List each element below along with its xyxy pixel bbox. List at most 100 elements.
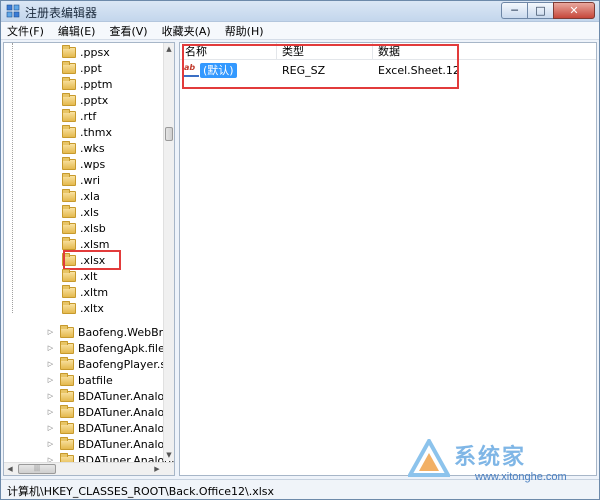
tree-item-label: BDATuner.AnalogL [78,437,175,451]
tree-item-label: Baofeng.WebBrow [78,325,175,339]
folder-icon [62,92,76,106]
folder-icon [62,204,76,218]
tree-item[interactable]: .xlsm [62,236,110,252]
tree-item[interactable]: .xlsx [62,252,105,268]
tree-item[interactable]: .xls [62,204,99,220]
tree-item[interactable]: ▷ BDATuner.AnalogA [46,388,175,404]
menu-view[interactable]: 查看(V) [109,23,147,39]
registry-editor-window: 注册表编辑器 ─ □ ✕ 文件(F) 编辑(E) 查看(V) 收藏夹(A) 帮助… [0,0,600,500]
expand-arrow-icon[interactable]: ▷ [46,376,55,385]
scroll-right-icon[interactable]: ▶ [151,463,163,475]
folder-icon [60,388,74,402]
key-tree-pane[interactable]: .ppsx .ppt .pptm .pptx .rtf .thmx .wks .wps .wri… [3,42,175,476]
tree-item-label: .wks [80,141,105,155]
value-row[interactable]: ab (默认) REG_SZ Excel.Sheet.12 [180,61,596,81]
folder-icon [62,284,76,298]
expand-arrow-icon[interactable]: ▷ [46,424,55,433]
scroll-up-icon[interactable]: ▲ [164,43,174,55]
watermark-logo-icon [408,439,450,477]
expand-arrow-icon[interactable]: ▷ [46,408,55,417]
tree-item[interactable]: .wps [62,156,105,172]
tree-item[interactable]: .xlt [62,268,97,284]
list-header: 名称 类型 数据 [180,43,596,60]
expand-arrow-icon[interactable]: ▷ [46,440,55,449]
tree-item-label: .xlt [80,269,98,283]
menu-file[interactable]: 文件(F) [7,23,44,39]
tree-vertical-scrollbar[interactable]: ▲ ▼ [163,43,174,461]
tree-item[interactable]: .xla [62,188,100,204]
folder-icon [62,156,76,170]
scroll-down-icon[interactable]: ▼ [164,449,174,461]
folder-icon [60,420,74,434]
tree-item[interactable]: .ppsx [62,44,110,60]
folder-icon [60,436,74,450]
value-name[interactable]: (默认) [200,63,237,78]
tree-item[interactable]: .thmx [62,124,112,140]
tree-item-label: BDATuner.AnalogA [78,405,175,419]
expand-arrow-icon[interactable]: ▷ [46,344,55,353]
folder-icon [62,236,76,250]
vertical-scroll-thumb[interactable] [165,127,173,141]
tree-item-label: .xls [80,205,99,219]
tree-horizontal-scrollbar[interactable]: ◀ ||| ▶ [4,462,174,475]
tree-item-label: .wri [80,173,101,187]
tree-item[interactable]: ▷ BaofengApk.file [46,340,165,356]
horizontal-scroll-thumb[interactable]: ||| [18,464,56,474]
tree-item[interactable]: .pptx [62,92,108,108]
tree-item[interactable]: .rtf [62,108,96,124]
menu-favorites[interactable]: 收藏夹(A) [162,23,211,39]
registry-editor-icon [6,4,20,18]
tree-item[interactable]: ▷ Baofeng.WebBrow [46,324,175,340]
folder-icon [62,220,76,234]
scroll-left-icon[interactable]: ◀ [4,463,16,475]
tree-item-label: .xla [80,189,100,203]
folder-icon [62,76,76,90]
tree-item[interactable]: .pptm [62,76,113,92]
tree-item-label: BaofengApk.file [78,341,165,355]
tree-item[interactable]: ▷ BaofengPlayer.sup [46,356,175,372]
tree-item[interactable]: .ppt [62,60,102,76]
tree-item-label: .pptm [80,77,113,91]
expand-arrow-icon[interactable]: ▷ [46,392,55,401]
tree-item[interactable]: ▷ BDATuner.AnalogL [46,420,174,436]
tree-item-label: .xltm [80,285,109,299]
maximize-button[interactable]: □ [527,2,553,19]
value-type: REG_SZ [282,64,326,77]
column-header-data[interactable]: 数据 [373,43,596,59]
close-button[interactable]: ✕ [553,2,595,19]
tree-item-label: .rtf [80,109,97,123]
title-bar[interactable]: 注册表编辑器 ─ □ ✕ [1,1,599,22]
expand-arrow-icon[interactable]: ▷ [46,328,55,337]
maximize-icon: □ [535,4,546,17]
menu-help[interactable]: 帮助(H) [225,23,264,39]
value-list-pane[interactable]: 名称 类型 数据 ab (默认) REG_SZ Excel.Sheet.12 [179,42,597,476]
tree-item-label: BaofengPlayer.sup [78,357,175,371]
tree-item-label: .xlsb [80,221,106,235]
tree-item-label: BDATuner.AnalogA [78,389,175,403]
watermark-title: 系统家 [454,445,527,470]
folder-icon [60,340,74,354]
folder-icon [60,404,74,418]
tree-item[interactable]: ▷ BDATuner.AnalogA [46,404,175,420]
folder-icon [62,124,76,138]
column-header-name[interactable]: 名称 [180,43,277,59]
tree-item[interactable]: .wks [62,140,105,156]
window-controls: ─ □ ✕ [501,2,595,19]
minimize-icon: ─ [511,4,518,17]
menu-edit[interactable]: 编辑(E) [58,23,96,39]
expand-arrow-icon[interactable]: ▷ [46,360,55,369]
folder-icon [62,252,76,266]
tree-item[interactable]: .xltx [62,300,104,316]
folder-icon [62,300,76,314]
tree-item[interactable]: .xlsb [62,220,106,236]
tree-item[interactable]: .xltm [62,284,108,300]
tree-item-label: .xlsm [80,237,110,251]
tree-item[interactable]: ▷ BDATuner.AnalogL [46,436,175,452]
tree-item[interactable]: ▷ batfile [46,372,113,388]
minimize-button[interactable]: ─ [501,2,527,19]
folder-icon [62,172,76,186]
value-data: Excel.Sheet.12 [378,64,460,77]
tree-item[interactable]: .wri [62,172,100,188]
menu-bar: 文件(F) 编辑(E) 查看(V) 收藏夹(A) 帮助(H) [1,22,599,40]
column-header-type[interactable]: 类型 [277,43,373,59]
